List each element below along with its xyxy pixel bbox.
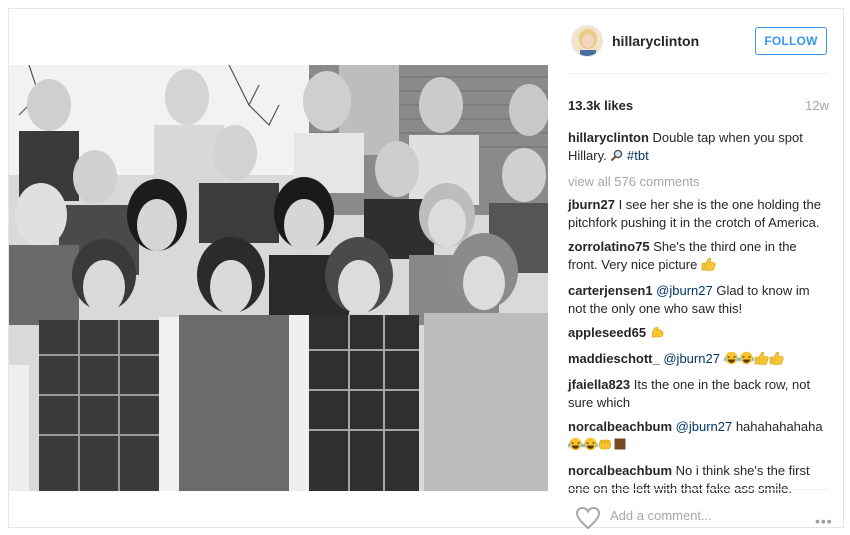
- avatar[interactable]: [571, 25, 603, 57]
- tears-of-joy-emoji-icon: [583, 437, 598, 456]
- avatar-icon: [572, 26, 602, 56]
- comment-item: norcalbeachbum No i think she's the firs…: [568, 462, 824, 498]
- comment-username[interactable]: zorrolatino75: [568, 239, 650, 254]
- comment-username[interactable]: jfaiella823: [568, 377, 630, 392]
- comment-item: zorrolatino75 She's the third one in the…: [568, 238, 824, 276]
- tears-of-joy-emoji-icon: [723, 351, 739, 370]
- comment-item: jfaiella823 Its the one in the back row,…: [568, 376, 824, 412]
- comment-item: norcalbeachbum @jburn27 hahahahahaha: [568, 418, 824, 456]
- comment-username[interactable]: norcalbeachbum: [568, 463, 672, 478]
- comment-mention[interactable]: @jburn27: [660, 351, 720, 366]
- comment-username[interactable]: carterjensen1: [568, 283, 653, 298]
- likes-count[interactable]: 13.3k likes: [568, 98, 633, 113]
- comment-text: hahahahahaha: [732, 419, 823, 434]
- comment-item: carterjensen1 @jburn27 Glad to know im n…: [568, 282, 824, 318]
- caption: hillaryclinton Double tap when you spot …: [568, 129, 824, 167]
- more-options-icon[interactable]: •••: [815, 513, 833, 529]
- heart-icon[interactable]: [575, 506, 601, 535]
- post-photo[interactable]: [9, 65, 548, 491]
- comment-username[interactable]: appleseed65: [568, 325, 646, 340]
- instagram-post: hillaryclinton FOLLOW 13.3k likes 12w hi…: [8, 8, 844, 530]
- tears-of-joy-emoji-icon: [738, 351, 754, 370]
- follow-button[interactable]: FOLLOW: [755, 27, 827, 55]
- post-header: hillaryclinton FOLLOW: [567, 25, 829, 65]
- caption-hashtag[interactable]: #tbt: [627, 148, 649, 163]
- comment-mention[interactable]: @jburn27: [653, 283, 713, 298]
- thumbs-up-emoji-icon: [701, 257, 716, 276]
- comments-list: hillaryclinton Double tap when you spot …: [568, 129, 824, 504]
- view-all-comments-link[interactable]: view all 576 comments: [568, 173, 824, 191]
- magnifying-glass-emoji-icon: [610, 149, 623, 167]
- oncoming-fist-emoji-icon: [598, 437, 613, 456]
- post-username[interactable]: hillaryclinton: [612, 33, 699, 49]
- thumbs-up-emoji-icon: [754, 351, 769, 370]
- tears-of-joy-emoji-icon: [568, 437, 583, 456]
- add-comment-input[interactable]: Add a comment...: [610, 508, 712, 523]
- comment-username[interactable]: norcalbeachbum: [568, 419, 672, 434]
- footer-divider: [567, 489, 829, 490]
- comment-username[interactable]: maddieschott_: [568, 351, 660, 366]
- comment-item: maddieschott_ @jburn27: [568, 350, 824, 370]
- thumbs-up-emoji-icon: [769, 351, 784, 370]
- brown-square-emoji-icon: [613, 437, 627, 456]
- header-divider: [567, 73, 829, 74]
- post-age[interactable]: 12w: [805, 98, 829, 113]
- post-side-panel: hillaryclinton FOLLOW 13.3k likes 12w hi…: [567, 9, 837, 530]
- class-photo-image: [9, 65, 548, 491]
- comment-item: appleseed65: [568, 324, 824, 344]
- flexed-biceps-emoji-icon: [650, 325, 664, 344]
- comment-item: jburn27 I see her she is the one holding…: [568, 196, 824, 232]
- comment-mention[interactable]: @jburn27: [672, 419, 733, 434]
- comment-username[interactable]: jburn27: [568, 197, 615, 212]
- caption-username[interactable]: hillaryclinton: [568, 130, 649, 145]
